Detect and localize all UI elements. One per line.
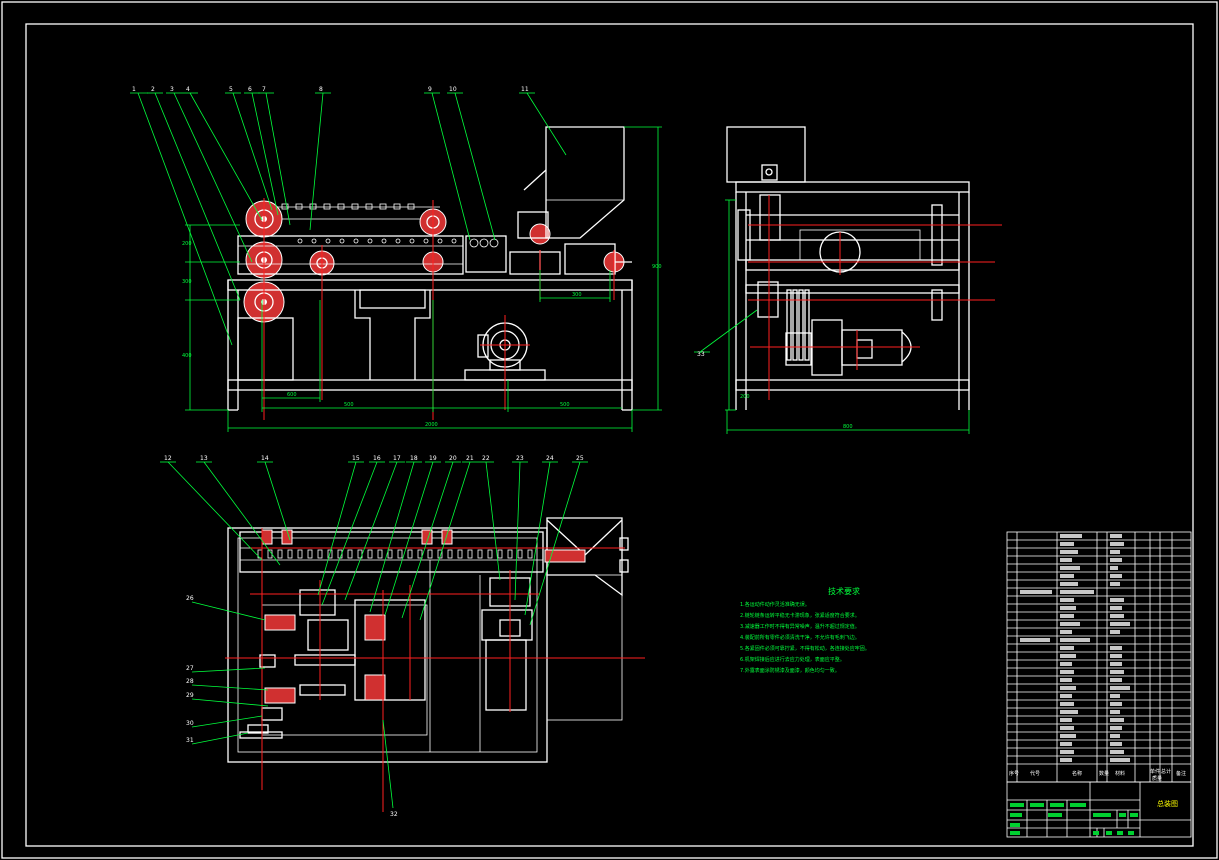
label-plan-15: 15 bbox=[352, 455, 360, 462]
parts-list: 序号 代号 名称 数量 材料 单件 总计 备注 质量 bbox=[1006, 531, 1192, 783]
label-plan-24: 24 bbox=[546, 455, 554, 462]
label-front-5: 5 bbox=[229, 86, 233, 93]
parts-header-total: 总计 bbox=[1161, 768, 1171, 775]
label-front-6: 6 bbox=[248, 86, 252, 93]
motor-plan bbox=[481, 577, 533, 711]
label-plan-26: 26 bbox=[186, 595, 194, 602]
tech-req-item: 6.机架焊接后应进行去应力处理，表面应平整。 bbox=[740, 656, 845, 663]
tech-req-item: 5.各紧固件必须可靠拧紧，不得有松动，各连接处应牢固。 bbox=[740, 645, 870, 652]
dim-span-a: 500 bbox=[344, 402, 354, 408]
parts-header-mass: 质量 bbox=[1152, 775, 1162, 782]
parts-header-code: 代号 bbox=[1030, 770, 1040, 777]
label-front-10: 10 bbox=[449, 86, 457, 93]
label-front-1: 1 bbox=[132, 86, 136, 93]
tech-req-title: 技术要求 bbox=[828, 586, 860, 596]
label-plan-25: 25 bbox=[576, 455, 584, 462]
cad-drawing-canvas: 1 2 3 4 5 6 7 8 9 10 11 2000 500 600 500… bbox=[1, 1, 1218, 859]
parts-header-material: 材料 bbox=[1115, 770, 1125, 777]
label-plan-30: 30 bbox=[186, 720, 194, 727]
dim-overall-height: 900 bbox=[652, 264, 662, 270]
label-plan-18: 18 bbox=[410, 455, 418, 462]
label-front-2: 2 bbox=[151, 86, 155, 93]
front-view: 1 2 3 4 5 6 7 8 9 10 11 2000 500 600 500… bbox=[130, 86, 662, 432]
side-view: 800 200 33 bbox=[694, 126, 1002, 434]
label-front-8: 8 bbox=[319, 86, 323, 93]
label-plan-20: 20 bbox=[449, 455, 457, 462]
title-block: 总装图 bbox=[1006, 781, 1192, 838]
label-plan-27: 27 bbox=[186, 665, 194, 672]
inner-frame bbox=[25, 23, 1194, 847]
parts-header-no: 序号 bbox=[1009, 770, 1019, 777]
parts-header-name: 名称 bbox=[1072, 770, 1082, 777]
dim-left-h2: 300 bbox=[182, 279, 192, 285]
label-front-7: 7 bbox=[262, 86, 266, 93]
label-plan-17: 17 bbox=[393, 455, 401, 462]
dim-overall-length: 2000 bbox=[425, 422, 438, 428]
label-plan-29: 29 bbox=[186, 692, 194, 699]
motor-front bbox=[477, 322, 528, 371]
drawing-name: 总装图 bbox=[1157, 799, 1178, 808]
label-plan-14: 14 bbox=[261, 455, 269, 462]
label-plan-32: 32 bbox=[390, 811, 398, 818]
label-plan-16: 16 bbox=[373, 455, 381, 462]
label-plan-22: 22 bbox=[482, 455, 490, 462]
dim-left-h3: 400 bbox=[182, 353, 192, 359]
label-plan-13: 13 bbox=[200, 455, 208, 462]
parts-header-unit: 单件 bbox=[1150, 768, 1160, 775]
label-front-3: 3 bbox=[170, 86, 174, 93]
dim-side-width: 800 bbox=[843, 424, 853, 430]
dim-feed-gap: 300 bbox=[572, 292, 582, 298]
label-plan-31: 31 bbox=[186, 737, 194, 744]
tech-req-item: 7.外露表面涂防锈漆及面漆，颜色均匀一致。 bbox=[740, 667, 840, 674]
label-plan-23: 23 bbox=[516, 455, 524, 462]
label-front-9: 9 bbox=[428, 86, 432, 93]
dim-left-h1: 200 bbox=[182, 241, 192, 247]
tech-req-item: 4.装配前所有零件必须清洗干净，不允许有毛刺飞边。 bbox=[740, 634, 860, 641]
dim-span-c: 500 bbox=[560, 402, 570, 408]
tech-req-item: 2.链轮链条运转平稳无卡滞现象，张紧适度符合要求。 bbox=[740, 612, 860, 619]
label-side-33: 33 bbox=[697, 351, 705, 358]
parts-header-remark: 备注 bbox=[1176, 770, 1186, 777]
label-plan-19: 19 bbox=[429, 455, 437, 462]
plan-view: 12 13 14 15 16 17 18 19 20 21 22 23 24 2… bbox=[160, 455, 645, 818]
tech-requirements: 技术要求 1.各运动件动作灵活准确无误。 2.链轮链条运转平稳无卡滞现象，张紧适… bbox=[740, 586, 870, 674]
dim-span-b: 600 bbox=[287, 392, 297, 398]
label-plan-12: 12 bbox=[164, 455, 172, 462]
label-front-4: 4 bbox=[186, 86, 190, 93]
parts-header-qty: 数量 bbox=[1099, 770, 1109, 777]
dim-side-h: 200 bbox=[740, 394, 750, 400]
tech-req-item: 1.各运动件动作灵活准确无误。 bbox=[740, 601, 810, 608]
label-front-11: 11 bbox=[521, 86, 529, 93]
label-plan-28: 28 bbox=[186, 678, 194, 685]
outer-frame bbox=[1, 1, 1218, 859]
label-plan-21: 21 bbox=[466, 455, 474, 462]
tech-req-item: 3.减速器工作时不得有异常噪声，温升不超过规定值。 bbox=[740, 623, 860, 630]
